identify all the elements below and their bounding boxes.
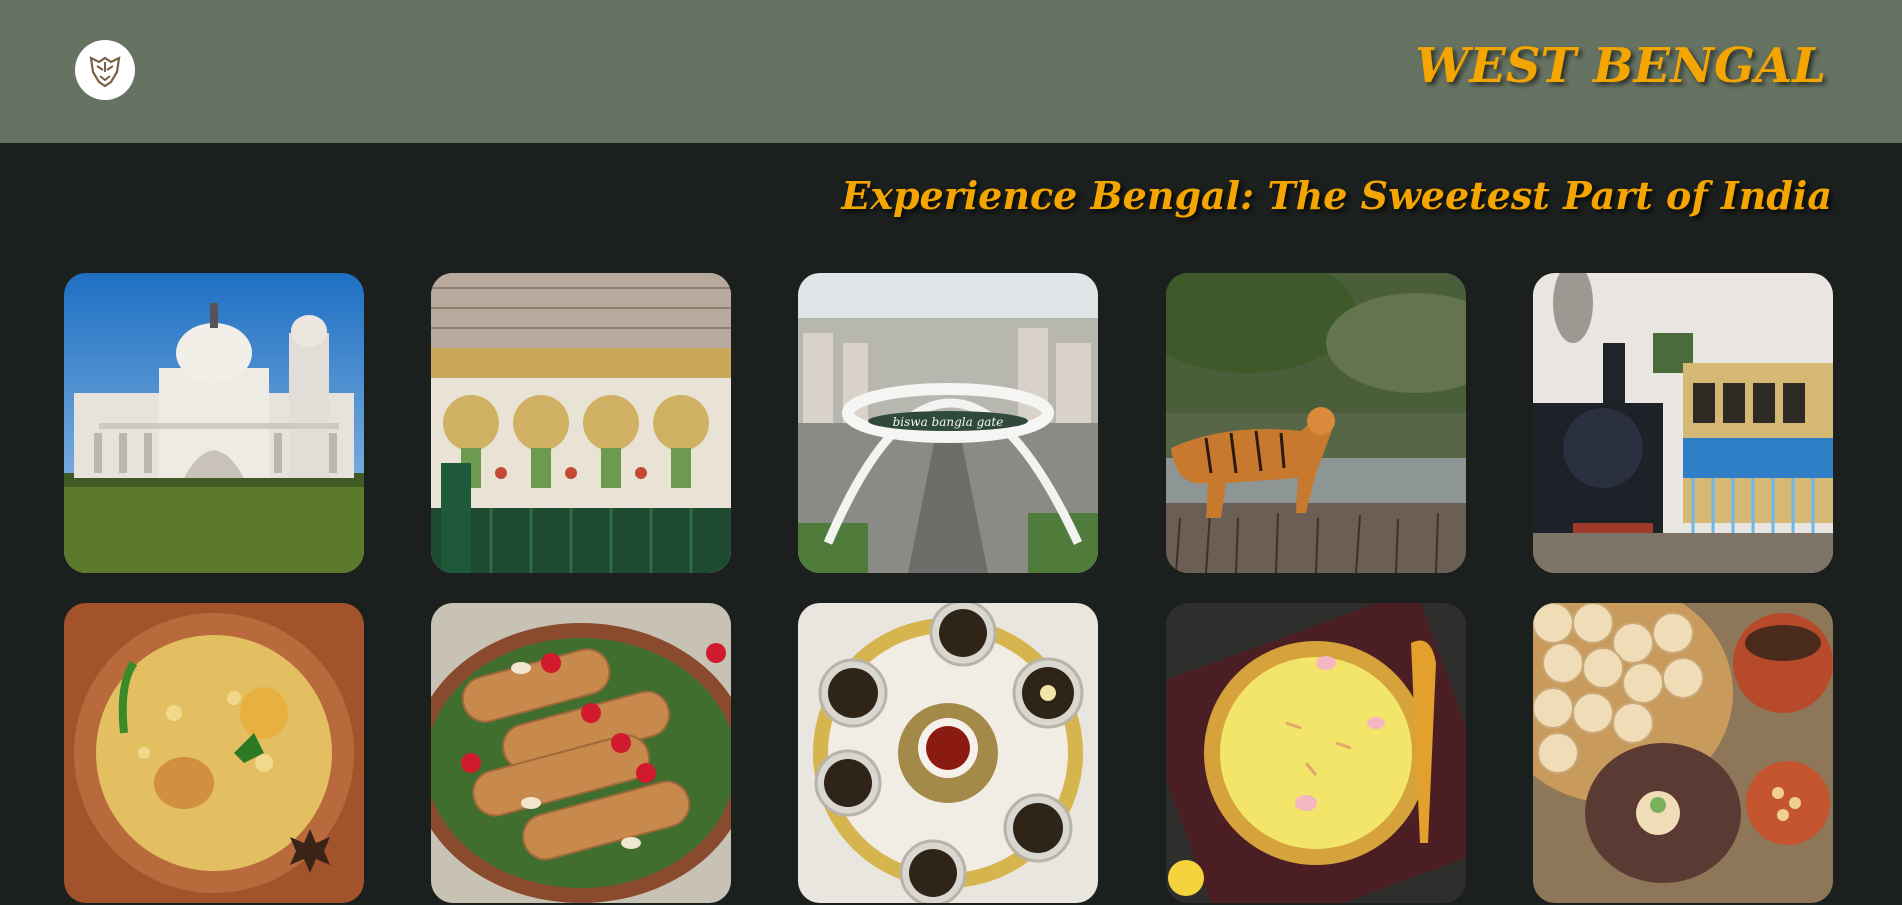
rasmalai-image[interactable] [1166,603,1466,903]
site-header: WEST BENGAL [0,0,1902,143]
gate-sign-text: biswa bangla gate [893,415,1004,429]
heritage-pavilion-image[interactable] [431,273,731,573]
biswa-bangla-gate-image[interactable]: biswa bangla gate [798,273,1098,573]
site-title: WEST BENGAL [1415,38,1826,94]
kolkata-biryani-image[interactable] [64,603,364,903]
patishapta-image[interactable] [431,603,731,903]
royal-bengal-tiger-image[interactable] [1166,273,1466,573]
darjeeling-toy-train-image[interactable] [1533,273,1833,573]
hero-tagline: Experience Bengal: The Sweetest Part of … [841,173,1832,218]
darjeeling-tea-image[interactable] [798,603,1098,903]
victoria-memorial-image[interactable] [64,273,364,573]
tiger-logo-icon[interactable] [75,40,135,100]
puchka-image[interactable] [1533,603,1833,903]
